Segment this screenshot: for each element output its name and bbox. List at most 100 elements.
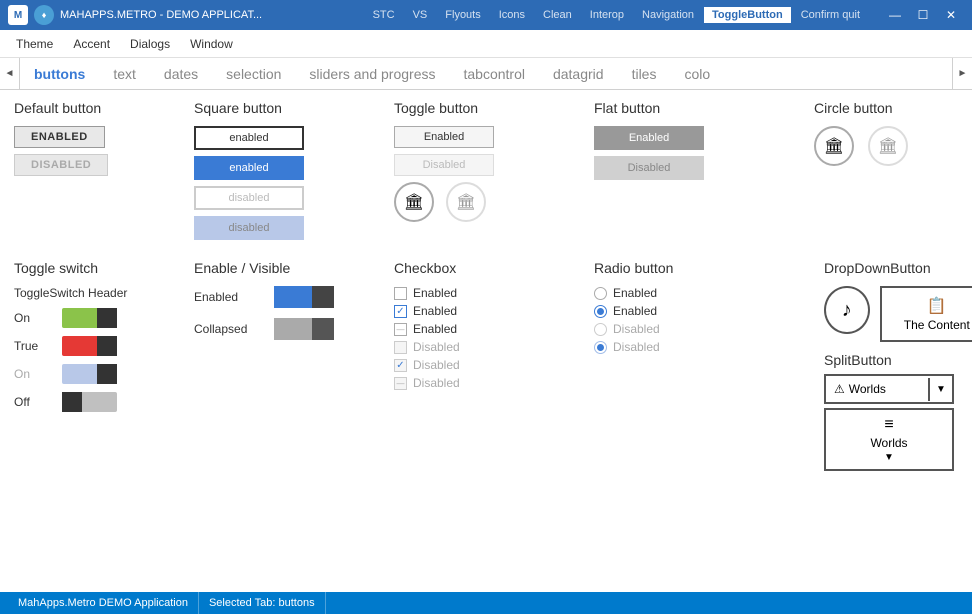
statusbar: MahApps.Metro DEMO Application Selected … [0, 592, 972, 614]
worlds-icon: ≡ [832, 416, 946, 434]
toggle-enabled[interactable]: Enabled [394, 126, 494, 148]
checkbox-row-1: Enabled [394, 286, 584, 300]
tab-text[interactable]: text [99, 58, 150, 90]
flat-enabled[interactable]: Enabled [594, 126, 704, 150]
toggle-icon-btn2: 🏛 [446, 182, 486, 222]
circle-button-title: Circle button [814, 100, 972, 116]
app-icon: M [8, 5, 28, 25]
enable-row-1: Enabled [194, 286, 384, 308]
tab-togglebutton[interactable]: ToggleButton [704, 7, 791, 23]
checkbox-4 [394, 341, 407, 354]
radio-label-2: Enabled [613, 304, 657, 318]
checkbox-row-5: Disabled [394, 358, 584, 372]
split-btn-main-1: ⚠ Worlds [826, 376, 928, 402]
tab-buttons[interactable]: buttons [20, 58, 99, 90]
square-enabled2[interactable]: enabled [194, 156, 304, 180]
radio-button-section: Radio button Enabled Enabled Disabled Di… [594, 256, 814, 471]
square-button-section: Square button enabled enabled disabled d… [194, 100, 394, 256]
radio-row-1: Enabled [594, 286, 804, 300]
checkbox-row-4: Disabled [394, 340, 584, 354]
toggle-label-2: True [14, 339, 54, 353]
circle-btn-group: 🏛 🏛 [814, 126, 972, 166]
scroll-left-arrow[interactable]: ◄ [0, 58, 20, 90]
close-button[interactable]: ✕ [938, 5, 964, 25]
enable-toggle-2[interactable] [274, 318, 334, 340]
content-icon: 📋 [890, 296, 972, 316]
tab-dates[interactable]: dates [150, 58, 212, 90]
titlebar-tabs: STC VS Flyouts Icons Clean Interop Navig… [365, 7, 868, 23]
split-button-1[interactable]: ⚠ Worlds ▼ [824, 374, 954, 404]
tab-flyouts[interactable]: Flyouts [437, 7, 488, 23]
radio-4 [594, 341, 607, 354]
maximize-button[interactable]: ☐ [910, 5, 936, 25]
toggle-label-1: On [14, 311, 54, 325]
tab-tiles[interactable]: tiles [618, 58, 671, 90]
content-label: The Content [890, 318, 972, 332]
tab-navigation[interactable]: Navigation [634, 7, 702, 23]
enable-row-2: Collapsed [194, 318, 384, 340]
toggle-switch-2[interactable] [62, 336, 117, 356]
enable-toggle-1[interactable] [274, 286, 334, 308]
menu-dialogs[interactable]: Dialogs [122, 33, 178, 55]
checkbox-3[interactable] [394, 323, 407, 336]
tab-datagrid[interactable]: datagrid [539, 58, 618, 90]
toggle-row-2: True [14, 336, 184, 356]
square-disabled1: disabled [194, 186, 304, 210]
toggle-switch-1[interactable] [62, 308, 117, 328]
cb-label-6: Disabled [413, 376, 460, 390]
enable-label-1: Enabled [194, 290, 264, 304]
tab-interop[interactable]: Interop [582, 7, 632, 23]
cb-label-4: Disabled [413, 340, 460, 354]
flat-button-title: Flat button [594, 100, 804, 116]
split-button-section: SplitButton ⚠ Worlds ▼ ≡ Worlds ▼ [824, 352, 972, 471]
square-button-title: Square button [194, 100, 384, 116]
menubar: Theme Accent Dialogs Window [0, 30, 972, 58]
toggle-knob-1 [97, 308, 117, 328]
tab-vs[interactable]: VS [405, 7, 436, 23]
tab-confirm-quit[interactable]: Confirm quit [793, 7, 868, 23]
tab-sliders[interactable]: sliders and progress [295, 58, 449, 90]
scroll-tabs-container: ◄ buttons text dates selection sliders a… [0, 58, 972, 90]
scroll-right-arrow[interactable]: ► [952, 58, 972, 90]
cb-label-3: Enabled [413, 322, 457, 336]
toggle-button-title: Toggle button [394, 100, 584, 116]
menu-window[interactable]: Window [182, 33, 241, 55]
minimize-button[interactable]: — [882, 5, 908, 25]
toggle-label-3: On [14, 367, 54, 381]
dropdown-button-title: DropDownButton [824, 260, 972, 276]
radio-label-3: Disabled [613, 322, 660, 336]
tab-selection[interactable]: selection [212, 58, 295, 90]
menu-theme[interactable]: Theme [8, 33, 61, 55]
tab-clean[interactable]: Clean [535, 7, 580, 23]
tab-colo[interactable]: colo [670, 58, 724, 90]
square-enabled1[interactable]: enabled [194, 126, 304, 150]
toggle-row-3: On [14, 364, 184, 384]
split-worlds-label-1: Worlds [849, 382, 886, 396]
music-button[interactable]: ♪ [824, 286, 870, 334]
flat-button-section: Flat button Enabled Disabled [594, 100, 814, 256]
toggle-blue-part [274, 286, 312, 308]
radio-row-2: Enabled [594, 304, 804, 318]
toggle-switch-4[interactable] [62, 392, 117, 412]
disabled-button: DISABLED [14, 154, 108, 176]
split-btn-arrow-1[interactable]: ▼ [928, 378, 952, 401]
radio-label-4: Disabled [613, 340, 660, 354]
dropdown-content-button[interactable]: 📋 The Content [880, 286, 972, 342]
worlds-button[interactable]: ≡ Worlds ▼ [824, 408, 954, 471]
app-icon2: ♦ [34, 5, 54, 25]
tab-tabcontrol[interactable]: tabcontrol [449, 58, 538, 90]
checkbox-1[interactable] [394, 287, 407, 300]
scroll-tabs: buttons text dates selection sliders and… [20, 58, 952, 90]
tab-stc[interactable]: STC [365, 7, 403, 23]
menu-accent[interactable]: Accent [65, 33, 118, 55]
checkbox-2[interactable] [394, 305, 407, 318]
radio-2[interactable] [594, 305, 607, 318]
radio-3 [594, 323, 607, 336]
toggle-icon-btn1[interactable]: 🏛 [394, 182, 434, 222]
enabled-button[interactable]: ENABLED [14, 126, 105, 148]
radio-1[interactable] [594, 287, 607, 300]
titlebar-title: MAHAPPS.METRO - DEMO APPLICAT... [60, 9, 359, 21]
tab-icons[interactable]: Icons [491, 7, 533, 23]
toggle-button-section: Toggle button Enabled Disabled 🏛 🏛 [394, 100, 594, 256]
circle-btn1[interactable]: 🏛 [814, 126, 854, 166]
